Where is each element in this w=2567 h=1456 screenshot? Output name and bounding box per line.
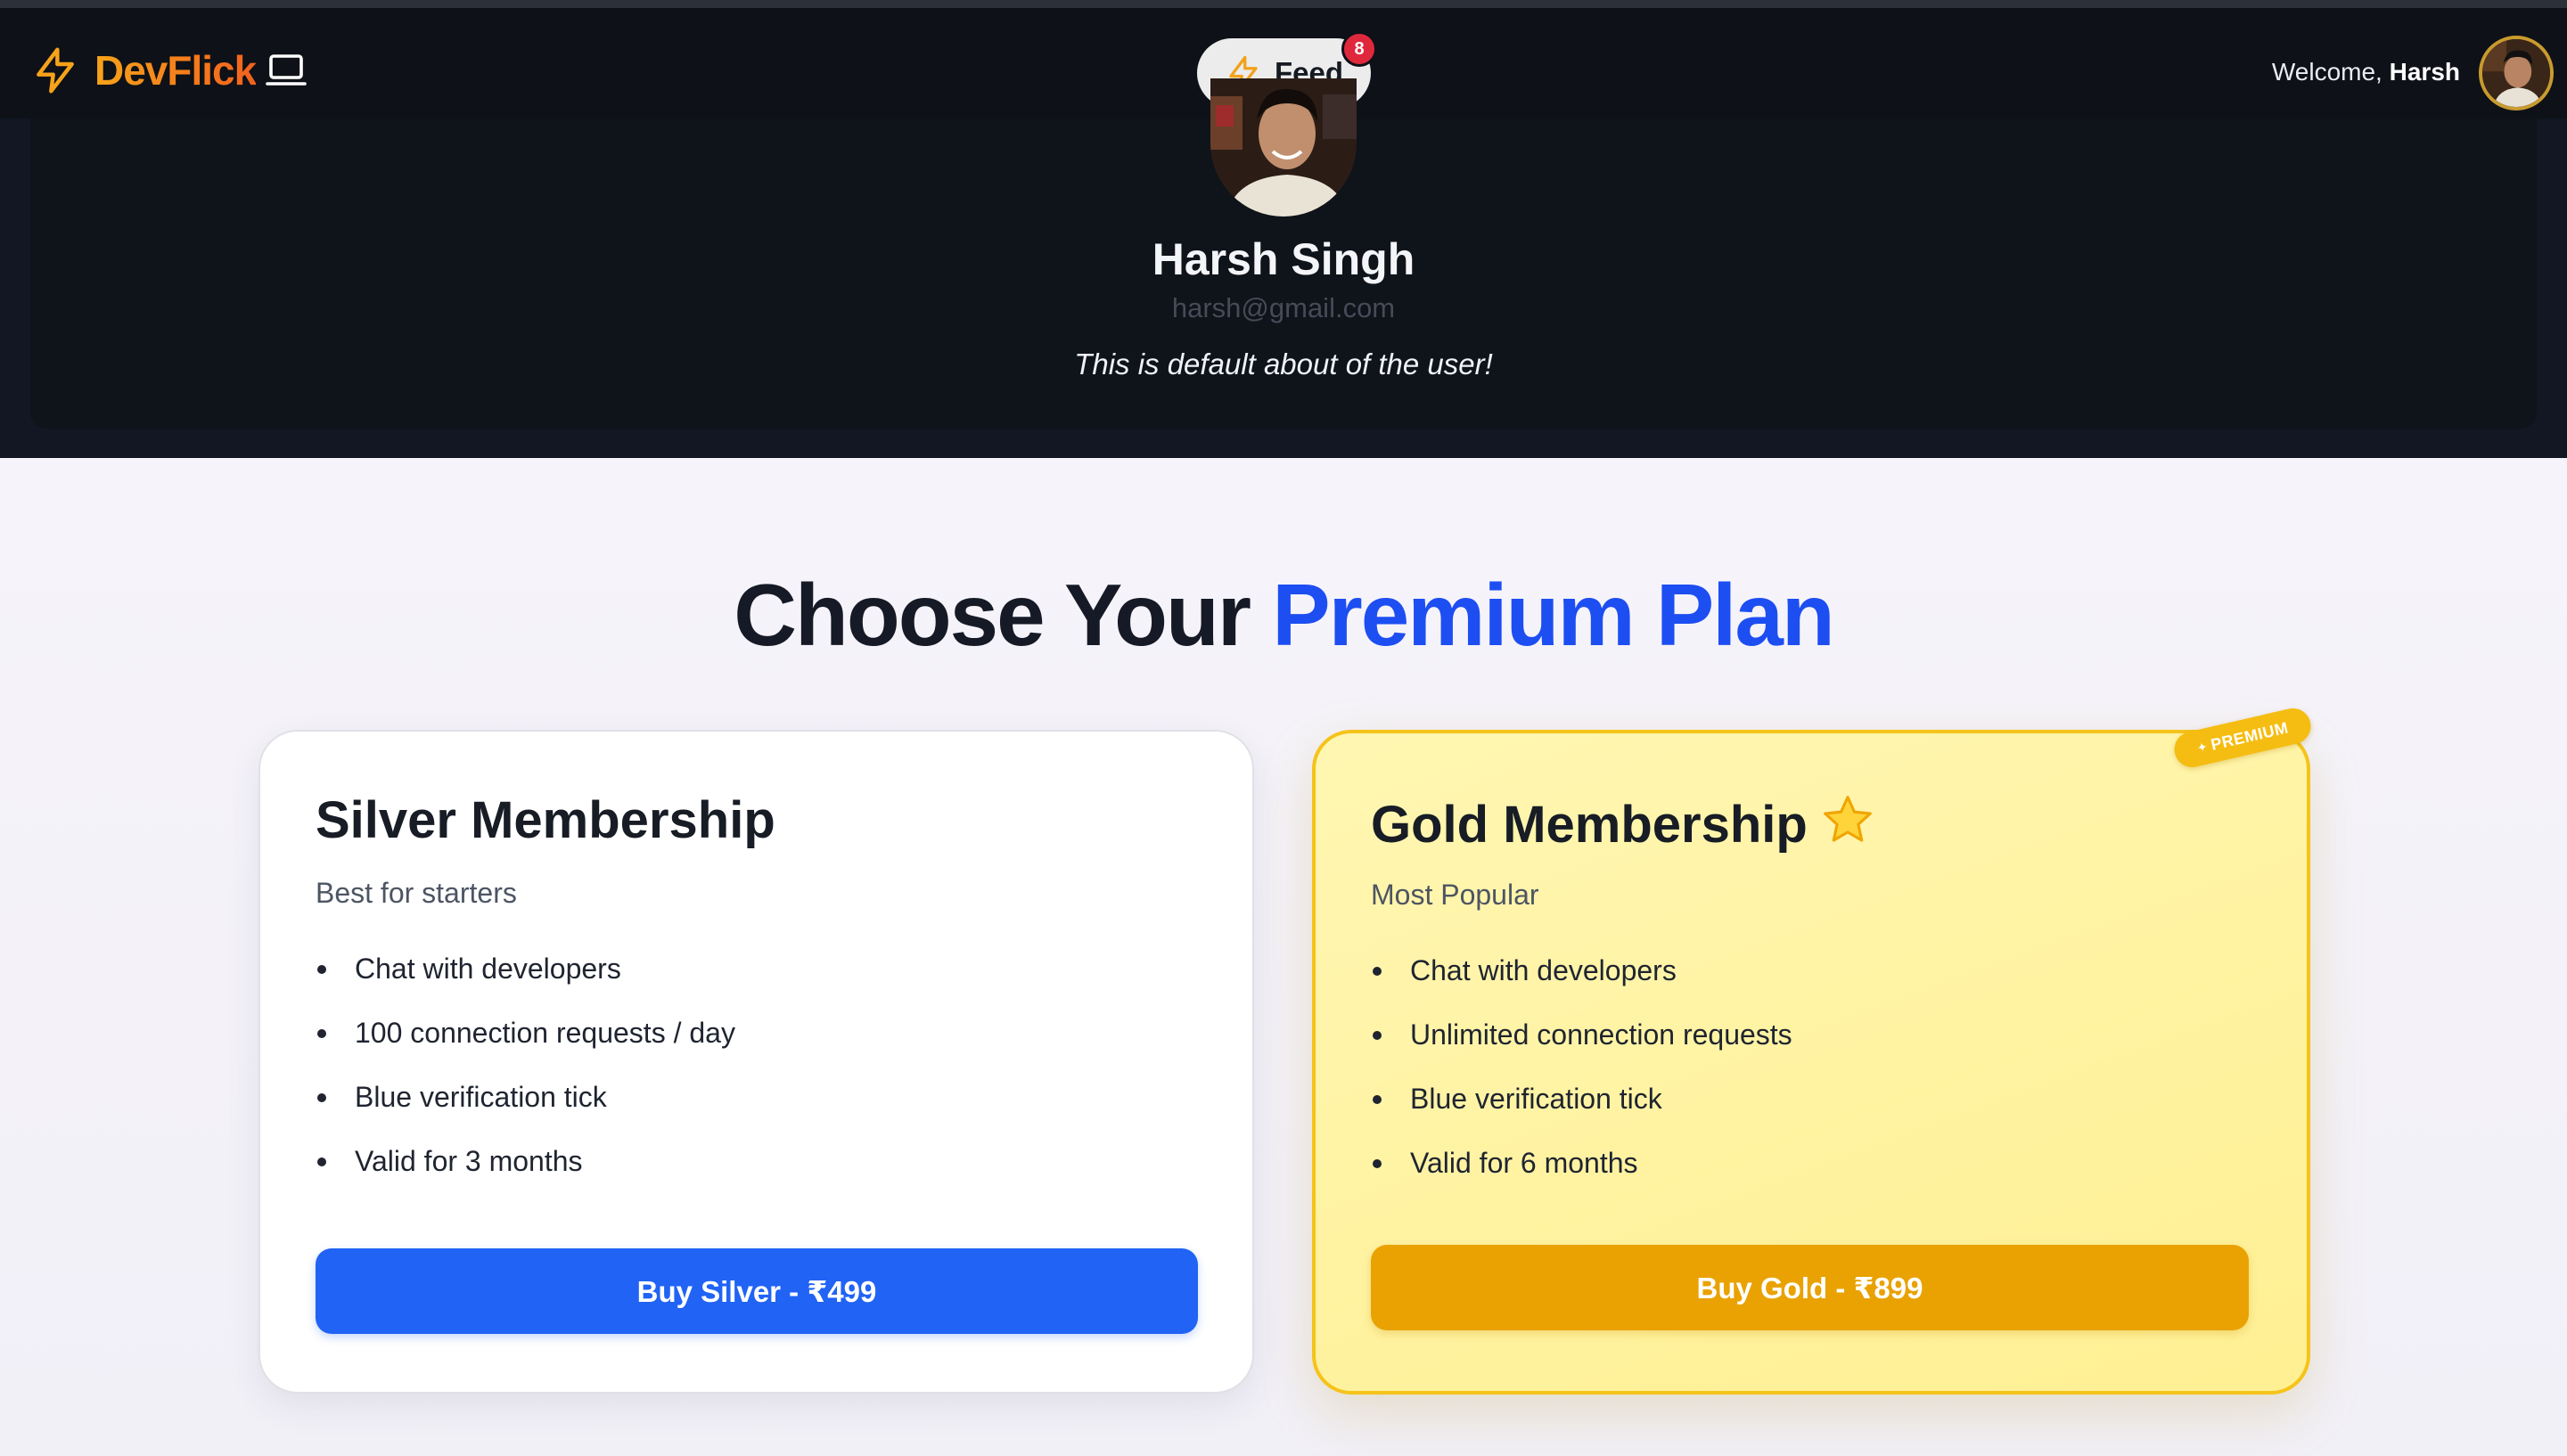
feature-item: Valid for 6 months (1371, 1144, 1792, 1208)
laptop-icon (266, 54, 308, 86)
premium-plans-section: Choose Your Premium Plan Silver Membersh… (0, 458, 2567, 1456)
premium-ribbon: ✦ PREMIUM (2170, 704, 2315, 772)
buy-silver-button[interactable]: Buy Silver - ₹499 (316, 1248, 1198, 1334)
feature-item: Unlimited connection requests (1371, 1016, 1792, 1080)
gold-plan-title-text: Gold Membership (1371, 796, 1808, 854)
plans-heading-prefix: Choose Your (734, 566, 1251, 664)
feature-item: 100 connection requests / day (316, 1014, 735, 1078)
gold-plan-subtitle: Most Popular (1371, 879, 1539, 911)
user-avatar[interactable] (2479, 36, 2554, 110)
plans-heading-accent: Premium Plan (1272, 566, 1835, 664)
welcome-text: Welcome, Harsh (2272, 58, 2460, 86)
browser-top-edge (0, 0, 2567, 8)
feature-item: Chat with developers (316, 950, 735, 1014)
plans-heading: Choose Your Premium Plan (0, 565, 2567, 666)
sparkle-star-icon: ✦ (2195, 738, 2210, 756)
silver-feature-list: Chat with developers 100 connection requ… (316, 950, 735, 1207)
welcome-prefix: Welcome, (2271, 58, 2382, 86)
silver-plan-subtitle: Best for starters (316, 877, 517, 909)
lightning-bolt-icon (37, 47, 74, 94)
buy-gold-button[interactable]: Buy Gold - ₹899 (1371, 1245, 2249, 1330)
silver-plan-card: Silver Membership Best for starters Chat… (258, 730, 1254, 1394)
feature-item: Blue verification tick (1371, 1080, 1792, 1144)
gold-plan-card: ✦ PREMIUM Gold Membership Most Popular C… (1312, 704, 2315, 1395)
profile-name: Harsh Singh (1152, 234, 1415, 284)
feature-item: Valid for 3 months (316, 1142, 735, 1207)
feature-item: Blue verification tick (316, 1078, 735, 1142)
brand-logo[interactable]: DevFlick (30, 44, 308, 97)
gold-plan-title: Gold Membership (1371, 792, 1875, 855)
star-icon (1823, 796, 1872, 842)
profile-about: This is default about of the user! (1074, 348, 1493, 380)
avatar-image (2482, 39, 2550, 107)
feed-notification-badge: 8 (1341, 31, 1377, 67)
silver-plan-title: Silver Membership (316, 791, 775, 849)
feature-item: Chat with developers (1371, 952, 1792, 1016)
premium-ribbon-label: PREMIUM (2209, 717, 2291, 754)
profile-email: harsh@gmail.com (1171, 292, 1396, 323)
brand-name: DevFlick (94, 47, 257, 94)
welcome-user-name: Harsh (2389, 58, 2460, 86)
gold-feature-list: Chat with developers Unlimited connectio… (1371, 952, 1792, 1208)
